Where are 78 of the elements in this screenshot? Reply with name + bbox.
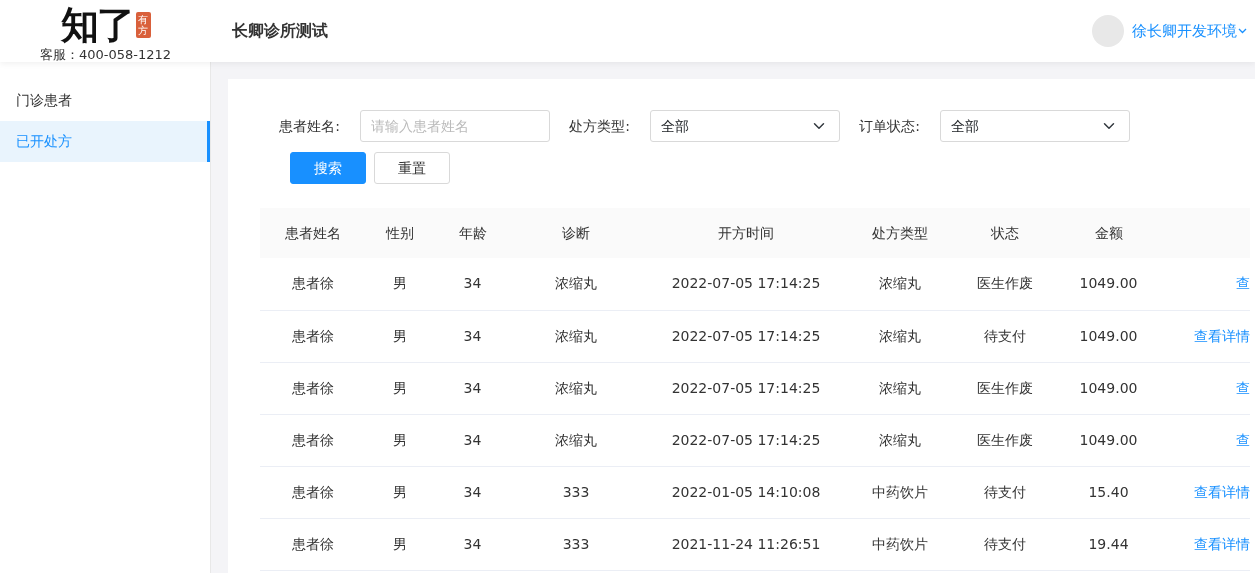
table-cell: 1049.00 [1060,310,1157,362]
column-header: 开方时间 [642,208,850,258]
table-cell: 医生作废 [950,258,1060,310]
table-cell: 浓缩丸 [510,362,642,414]
table-cell: 医生作废 [950,414,1060,466]
table-cell: 待支付 [950,466,1060,518]
table-cell: 2022-07-05 17:14:25 [642,310,850,362]
caret-icon [1238,28,1247,34]
field-label: 处方类型: [568,116,631,136]
details-link[interactable]: 查 [1236,431,1250,448]
table-cell: 男 [365,310,435,362]
column-header: 诊断 [510,208,642,258]
column-header: 患者姓名 [260,208,365,258]
name-field[interactable]: 请输入患者姓名 [360,110,550,142]
table-cell: 浓缩丸 [510,310,642,362]
table-cell: 男 [365,362,435,414]
table-cell: 浓缩丸 [850,414,950,466]
table-cell: 1049.00 [1060,258,1157,310]
column-header: 状态 [950,208,1060,258]
reset-button[interactable]: 重置 [374,152,450,184]
search-button[interactable]: 搜索 [290,152,366,184]
table-cell: 浓缩丸 [510,414,642,466]
table-cell: 34 [435,310,510,362]
sidebar-item[interactable]: 已开处方 [0,121,210,162]
column-header: 处方类型 [850,208,950,258]
sidebar-item[interactable]: 门诊患者 [0,80,210,121]
table-cell: 2022-07-05 17:14:25 [642,414,850,466]
table-cell: 医生作废 [950,362,1060,414]
column-header: 年龄 [435,208,510,258]
column-header: 金额 [1060,208,1157,258]
details-link[interactable]: 查看详情 [1194,535,1250,552]
table-cell: 患者徐 [260,466,365,518]
table-cell: 34 [435,258,510,310]
table-cell: 男 [365,414,435,466]
logo-text: 知了 [60,3,133,47]
table-cell: 34 [435,518,510,570]
details-link[interactable]: 查看详情 [1194,483,1250,500]
table-cell: 中药饮片 [850,518,950,570]
table-cell: 待支付 [950,518,1060,570]
column-header: 性别 [365,208,435,258]
table-cell: 2022-01-05 14:10:08 [642,466,850,518]
details-link[interactable]: 查 [1236,275,1250,292]
details-link[interactable]: 查 [1236,379,1250,396]
table-cell: 男 [365,258,435,310]
table-cell: 34 [435,362,510,414]
table-cell: 34 [435,414,510,466]
details-link[interactable]: 查看详情 [1194,327,1250,344]
user-menu[interactable]: 徐长卿开发环境 [1132,19,1247,43]
table-cell: 2022-07-05 17:14:25 [642,258,850,310]
hotline-text: 客服：400-058-1212 [39,47,172,63]
table-cell: 患者徐 [260,258,365,310]
field-label: 订单状态: [858,116,921,136]
type-dropdown[interactable]: 全部 [650,110,840,142]
table-cell: 患者徐 [260,414,365,466]
table-cell: 男 [365,518,435,570]
table-cell: 333 [510,518,642,570]
table-cell: 中药饮片 [850,466,950,518]
table-cell: 2021-11-24 11:26:51 [642,518,850,570]
table-cell: 浓缩丸 [850,310,950,362]
table-cell: 浓缩丸 [510,258,642,310]
table-cell: 浓缩丸 [850,362,950,414]
table-cell: 1049.00 [1060,362,1157,414]
table-cell: 患者徐 [260,362,365,414]
table-cell: 2022-07-05 17:14:25 [642,362,850,414]
table-cell: 男 [365,466,435,518]
type-dropdown[interactable]: 全部 [940,110,1130,142]
field-label: 患者姓名: [278,116,341,136]
logo-seal: 有方 [135,12,151,38]
clinic-title: 长卿诊所测试 [232,20,328,42]
table-cell: 浓缩丸 [850,258,950,310]
table-cell: 1049.00 [1060,414,1157,466]
table-cell: 333 [510,466,642,518]
table-cell: 15.40 [1060,466,1157,518]
table-cell: 19.44 [1060,518,1157,570]
table-cell: 患者徐 [260,310,365,362]
table-cell: 待支付 [950,310,1060,362]
table-cell: 患者徐 [260,518,365,570]
table-cell: 34 [435,466,510,518]
